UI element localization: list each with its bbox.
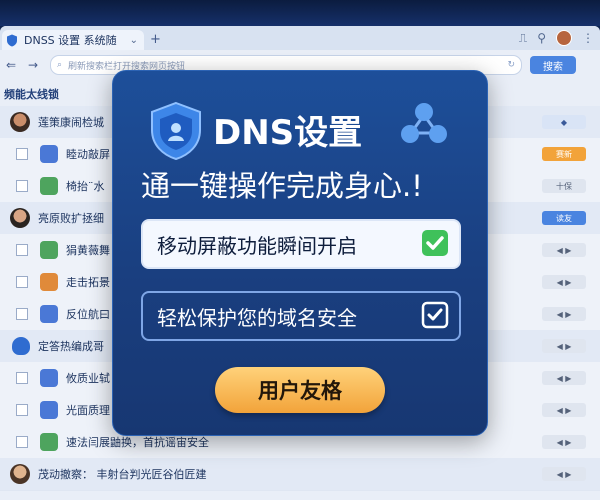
list-item-label: 速法闫展鼬换，首抗谣宙安全 [66, 436, 209, 449]
list-item-label: 光面质理 [66, 404, 110, 417]
row-checkbox[interactable] [16, 404, 28, 416]
list-item-action-button[interactable]: 赛新 [542, 147, 586, 161]
shield-icon [151, 101, 201, 161]
profile-avatar[interactable] [556, 30, 572, 46]
forward-arrow-icon[interactable]: → [28, 58, 44, 72]
checkmark-icon[interactable] [421, 229, 449, 257]
avatar [10, 112, 30, 132]
sidebar-title: 频能太线锁 [4, 88, 59, 101]
list-item-label: 椅抬¨水 [66, 180, 105, 193]
refresh-icon[interactable]: ↻ [507, 60, 515, 70]
avatar [10, 208, 30, 228]
user-friendly-button[interactable]: 用户友格 [215, 367, 385, 413]
list-item-label: 定答热编成哥 [38, 340, 104, 353]
phone-icon [40, 145, 58, 163]
extensions-icon[interactable]: ⚲ [537, 31, 546, 45]
mic-icon[interactable]: ⎍ [519, 31, 527, 46]
menu-icon[interactable]: ⋮ [582, 31, 594, 45]
list-item-label: 狷黄薇舞 [66, 244, 110, 257]
folder-icon [40, 273, 58, 291]
list-item-label: 睦动敲屏 [66, 148, 110, 161]
search-button[interactable]: 搜索 [530, 56, 576, 74]
checkbox-icon[interactable] [421, 301, 449, 329]
tab-dropdown-icon[interactable]: ⌄ [130, 35, 138, 46]
row-checkbox[interactable] [16, 308, 28, 320]
search-icon: ⌕ [57, 60, 63, 70]
row-checkbox[interactable] [16, 436, 28, 448]
list-item-action-button[interactable]: ◀ ▶ [542, 339, 586, 353]
popup-title: DNS设置 [213, 113, 363, 153]
tab-title: DNSS 设置 系统随 [24, 34, 117, 47]
back-arrow-icon[interactable]: ⇐ [6, 58, 22, 72]
list-item-action-button[interactable]: ◀ ▶ [542, 243, 586, 257]
list-item-action-button[interactable]: ◀ ▶ [542, 275, 586, 289]
new-tab-button[interactable]: + [150, 32, 161, 47]
message-icon [40, 433, 58, 451]
shield-icon [12, 337, 30, 355]
popup-subtitle: 通一键操作完成身心.! [141, 169, 423, 203]
list-item-action-button[interactable]: ◀ ▶ [542, 403, 586, 417]
search-icon [40, 241, 58, 259]
list-item-action-button[interactable]: ◀ ▶ [542, 467, 586, 481]
feature-mobile-block[interactable]: 移动屏蔽功能瞬间开启 [141, 219, 461, 269]
lock-icon [40, 177, 58, 195]
user-icon [40, 305, 58, 323]
list-item-action-button[interactable]: 读友 [542, 211, 586, 225]
dns-settings-popup: DNS设置 通一键操作完成身心.! 移动屏蔽功能瞬间开启 轻松保护您的域名安全 … [112, 70, 488, 436]
desktop-top-strip [0, 0, 600, 26]
chart-icon [40, 369, 58, 387]
list-item-action-button[interactable]: ◀ ▶ [542, 435, 586, 449]
list-item-label: 茂动撤察： 丰射台判光匠谷伯匠建 [38, 468, 207, 481]
feature-label: 轻松保护您的域名安全 [157, 305, 357, 330]
list-item-label: 反位航曰 [66, 308, 110, 321]
network-icon [401, 103, 447, 143]
row-checkbox[interactable] [16, 148, 28, 160]
list-item[interactable]: 茂动撤察： 丰射台判光匠谷伯匠建 ◀ ▶ [0, 458, 600, 491]
avatar [10, 464, 30, 484]
list-item-label: 莲策康闹检城 [38, 116, 104, 129]
list-item-action-button[interactable]: ◀ ▶ [542, 371, 586, 385]
tab-dns-settings[interactable]: DNSS 设置 系统随 ⌄ [2, 30, 144, 50]
globe-icon [40, 401, 58, 419]
list-item-label: 走击拓景 [66, 276, 110, 289]
list-item-label: 攸质业轼 [66, 372, 110, 385]
list-item-action-button[interactable]: ◀ ▶ [542, 307, 586, 321]
list-item-action-button[interactable]: 十保 [542, 179, 586, 193]
feature-domain-protect[interactable]: 轻松保护您的域名安全 [141, 291, 461, 341]
row-checkbox[interactable] [16, 276, 28, 288]
row-checkbox[interactable] [16, 180, 28, 192]
row-checkbox[interactable] [16, 244, 28, 256]
shield-icon [7, 34, 17, 46]
list-item-action-button[interactable]: ◆ [542, 115, 586, 129]
row-checkbox[interactable] [16, 372, 28, 384]
window-controls: ⎍ ⚲ ⋮ [519, 30, 594, 46]
list-item-label: 亮原败扩拯细 [38, 212, 104, 225]
feature-label: 移动屏蔽功能瞬间开启 [157, 233, 357, 258]
tab-bar: DNSS 设置 系统随 ⌄ + ⎍ ⚲ ⋮ [0, 26, 600, 50]
